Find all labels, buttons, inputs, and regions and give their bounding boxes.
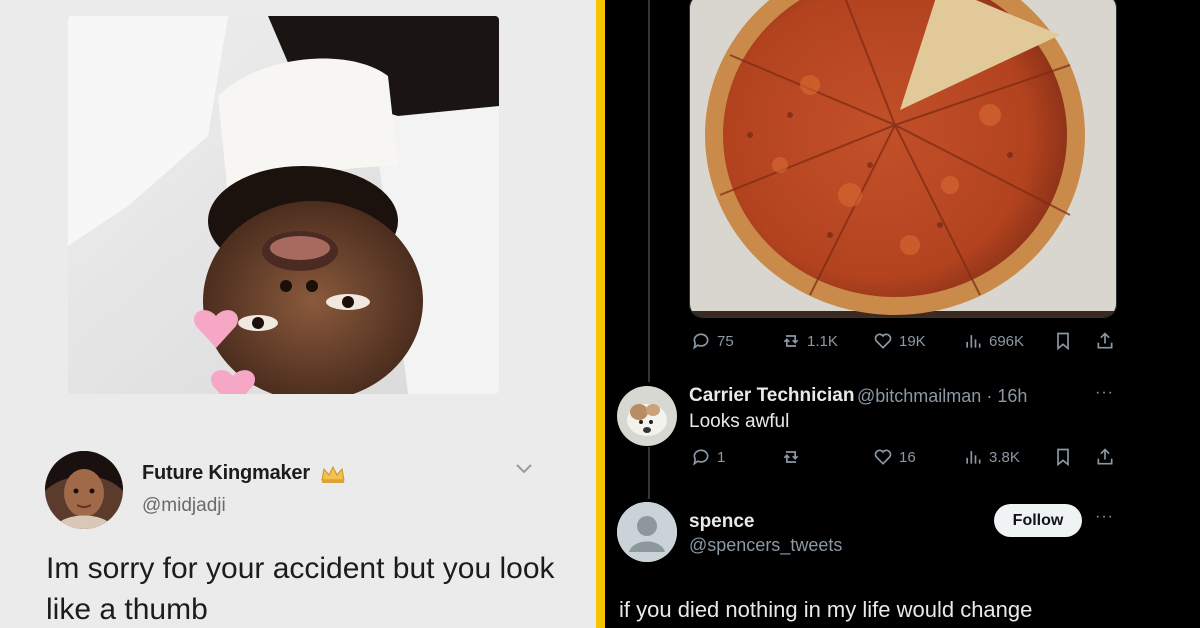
bookmark-icon — [1057, 332, 1069, 351]
right-tweet-panel: 75 1.1K 19K 696K Carrier Technician @bit… — [605, 0, 1200, 628]
author-name[interactable]: Future Kingmaker — [142, 462, 310, 485]
thread-line — [648, 0, 650, 382]
share-icon — [1097, 332, 1113, 349]
author-handle[interactable]: @midjadji — [142, 495, 226, 517]
reply-icon — [693, 449, 709, 466]
more-options-icon[interactable]: ··· — [1095, 508, 1114, 526]
tweet-photo-pizza[interactable] — [689, 0, 1117, 318]
share-icon — [1097, 448, 1113, 465]
views-icon — [966, 335, 981, 348]
views-icon — [966, 451, 981, 464]
avatar[interactable] — [45, 451, 123, 529]
reply-button[interactable]: 1 — [691, 447, 725, 467]
author-handle[interactable]: @bitchmailman — [857, 386, 981, 406]
timestamp[interactable]: 16h — [997, 386, 1027, 406]
views-button[interactable]: 3.8K — [963, 447, 1020, 467]
panel-divider — [596, 0, 605, 628]
bookmark-icon — [1057, 448, 1069, 467]
separator-dot: · — [981, 386, 998, 406]
like-button[interactable]: 19K — [873, 331, 926, 351]
reply-count: 1 — [717, 448, 726, 466]
like-count: 16 — [899, 448, 916, 466]
reply-count: 75 — [717, 332, 734, 350]
crown-icon — [320, 464, 346, 484]
tweet-text: Im sorry for your accident but you look … — [46, 552, 555, 626]
repost-icon — [783, 451, 799, 463]
follow-button[interactable]: Follow — [994, 504, 1082, 537]
tweet-photo-upside-down-selfie[interactable] — [68, 16, 499, 394]
repost-button[interactable]: 1.1K — [781, 331, 838, 351]
author-handle[interactable]: @spencers_tweets — [689, 535, 842, 556]
views-count: 3.8K — [989, 448, 1020, 466]
left-tweet-panel: Future Kingmaker @midjadji Im sorry for … — [0, 0, 596, 628]
author-name[interactable]: Carrier Technician — [689, 385, 854, 407]
like-count: 19K — [899, 332, 926, 350]
bookmark-button[interactable] — [1053, 331, 1073, 351]
views-button[interactable]: 696K — [963, 331, 1024, 351]
author-name[interactable]: spence — [689, 511, 754, 533]
reply-icon — [693, 333, 709, 350]
more-options-icon[interactable]: ··· — [1095, 384, 1114, 402]
repost-button[interactable] — [781, 447, 807, 467]
avatar[interactable] — [617, 386, 677, 446]
repost-icon — [783, 335, 799, 347]
reply-text: if you died nothing in my life would cha… — [619, 597, 1033, 622]
share-button[interactable] — [1095, 447, 1115, 467]
views-count: 696K — [989, 332, 1025, 350]
avatar[interactable] — [617, 502, 677, 562]
bookmark-button[interactable] — [1053, 447, 1073, 467]
share-button[interactable] — [1095, 331, 1115, 351]
like-icon — [874, 449, 892, 465]
author-handle-and-time: @bitchmailman · 16h — [857, 386, 1027, 407]
reply-button[interactable]: 75 — [691, 331, 734, 351]
chevron-down-icon[interactable] — [514, 462, 534, 476]
like-icon — [874, 333, 892, 349]
repost-count: 1.1K — [807, 332, 838, 350]
reply-text: Looks awful — [689, 411, 790, 432]
thread-line — [648, 447, 650, 499]
like-button[interactable]: 16 — [873, 447, 916, 467]
